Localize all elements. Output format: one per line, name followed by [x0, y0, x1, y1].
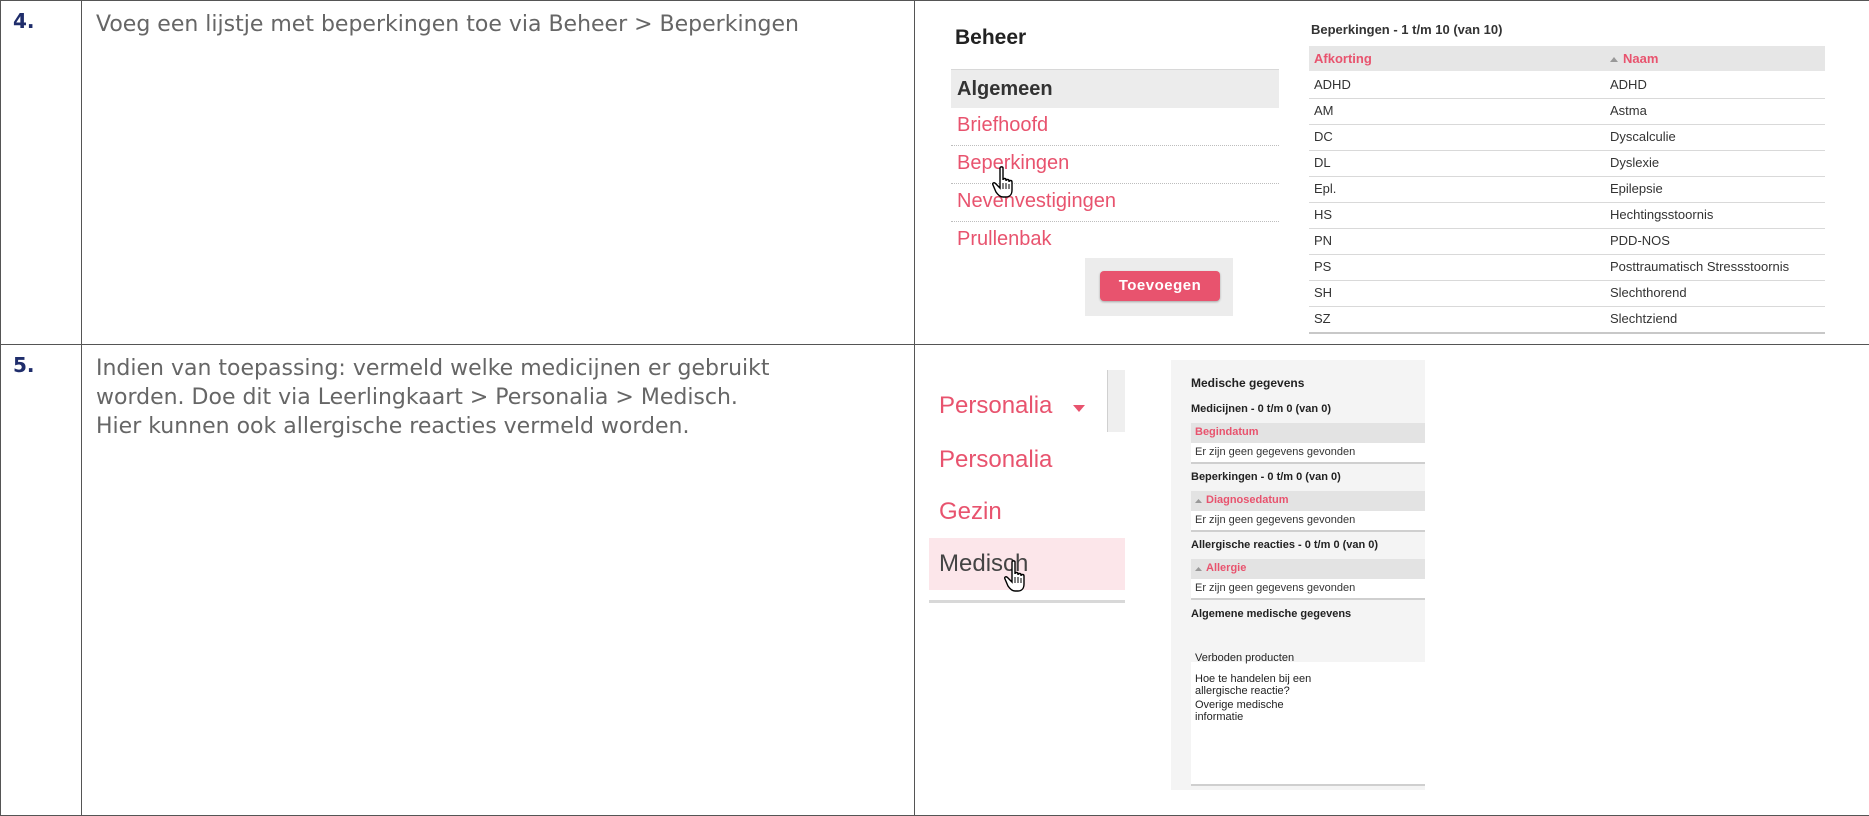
- sort-up-icon: [1195, 567, 1202, 571]
- cell-naam: PDD-NOS: [1610, 233, 1670, 248]
- menu-item-briefhoofd[interactable]: Briefhoofd: [951, 108, 1279, 146]
- tab-label: Personalia: [939, 392, 1052, 420]
- hand-cursor-icon: [1003, 560, 1031, 594]
- cell-afkorting: HS: [1314, 207, 1332, 222]
- cell-naam: Dyscalculie: [1610, 129, 1676, 144]
- section-caption: Allergische reacties - 0 t/m 0 (van 0): [1191, 539, 1378, 551]
- section-caption: Medicijnen - 0 t/m 0 (van 0): [1191, 403, 1331, 415]
- cell-naam: Hechtingsstoornis: [1610, 207, 1713, 222]
- table-row[interactable]: HS Hechtingsstoornis: [1309, 202, 1825, 229]
- menu-bottom-border: [929, 600, 1125, 603]
- table-row[interactable]: ADHD ADHD: [1309, 72, 1825, 99]
- column-header-naam[interactable]: Naam: [1623, 51, 1658, 66]
- panel-title: Medische gegevens: [1191, 376, 1304, 390]
- step-number: 4.: [1, 1, 82, 345]
- cell-afkorting: Epl.: [1314, 181, 1336, 196]
- sort-up-icon: [1195, 499, 1202, 503]
- field-label: Verboden producten: [1195, 652, 1294, 664]
- table-row[interactable]: AM Astma: [1309, 98, 1825, 125]
- field-label: Overige medische informatie: [1195, 699, 1315, 723]
- cell-naam: Posttraumatisch Stressstoornis: [1610, 259, 1789, 274]
- column-header[interactable]: Allergie: [1191, 559, 1425, 579]
- column-header-afkorting[interactable]: Afkorting: [1314, 51, 1372, 66]
- menu-item-prullenbak[interactable]: Prullenbak: [951, 222, 1279, 258]
- column-header-label: Begindatum: [1195, 426, 1259, 438]
- cell-afkorting: DL: [1314, 155, 1331, 170]
- table-row[interactable]: PS Posttraumatisch Stressstoornis: [1309, 254, 1825, 281]
- cell-naam: Slechtziend: [1610, 311, 1677, 326]
- cell-naam: Astma: [1610, 103, 1647, 118]
- group-label: Algemeen: [957, 78, 1053, 101]
- field-label: Hoe te handelen bij een allergische reac…: [1195, 673, 1335, 697]
- tab-bar: Personalia: [929, 370, 1125, 432]
- menu-group-algemeen: Algemeen: [951, 69, 1279, 108]
- empty-row: Er zijn geen gegevens gevonden: [1191, 579, 1425, 600]
- menu-item-label: Prullenbak: [957, 228, 1052, 251]
- cell-naam: Slechthorend: [1610, 285, 1687, 300]
- menu-item-label: Briefhoofd: [957, 114, 1048, 137]
- empty-message: Er zijn geen gegevens gevonden: [1195, 514, 1355, 526]
- empty-row: Er zijn geen gegevens gevonden: [1191, 443, 1425, 464]
- cell-afkorting: DC: [1314, 129, 1333, 144]
- column-header-label: Allergie: [1206, 562, 1246, 574]
- toevoegen-button[interactable]: Toevoegen: [1100, 271, 1220, 301]
- table-row[interactable]: DL Dyslexie: [1309, 150, 1825, 177]
- menu-item-personalia[interactable]: Personalia: [929, 434, 1125, 486]
- sort-up-icon: [1610, 57, 1618, 62]
- step-line: Voeg een lijstje met beperkingen toe via…: [96, 10, 902, 39]
- cell-naam: ADHD: [1610, 77, 1647, 92]
- menu-item-gezin[interactable]: Gezin: [929, 486, 1125, 538]
- caret-down-icon: [1073, 405, 1085, 412]
- step-line: Hier kunnen ook allergische reacties ver…: [96, 412, 902, 441]
- beheer-menu: Beheer Algemeen Briefhoofd Beperkingen N…: [929, 14, 1279, 262]
- table-row[interactable]: SH Slechthorend: [1309, 280, 1825, 307]
- section-caption: Algemene medische gegevens: [1191, 608, 1351, 620]
- table-row[interactable]: PN PDD-NOS: [1309, 228, 1825, 255]
- cell-naam: Dyslexie: [1610, 155, 1659, 170]
- cell-afkorting: SH: [1314, 285, 1332, 300]
- menu-item-label: Personalia: [939, 446, 1052, 474]
- cell-afkorting: PN: [1314, 233, 1332, 248]
- column-header[interactable]: Diagnosedatum: [1191, 491, 1425, 511]
- tab-personalia[interactable]: Personalia: [929, 370, 1108, 432]
- step-text: Indien van toepassing: vermeld welke med…: [82, 345, 915, 816]
- step-line: Indien van toepassing: vermeld welke med…: [96, 354, 902, 383]
- personalia-menu: Personalia Personalia Gezin Medisch: [929, 370, 1125, 602]
- section-caption: Beperkingen - 0 t/m 0 (van 0): [1191, 471, 1341, 483]
- table-row[interactable]: Epl. Epilepsie: [1309, 176, 1825, 203]
- menu-item-label: Gezin: [939, 498, 1002, 526]
- cell-afkorting: AM: [1314, 103, 1334, 118]
- step-text: Voeg een lijstje met beperkingen toe via…: [82, 1, 915, 345]
- table-caption: Beperkingen - 1 t/m 10 (van 10): [1311, 22, 1502, 37]
- step-number: 5.: [1, 345, 82, 816]
- medische-gegevens-panel: Medische gegevens Medicijnen - 0 t/m 0 (…: [1171, 360, 1425, 790]
- empty-message: Er zijn geen gegevens gevonden: [1195, 582, 1355, 594]
- button-area: Toevoegen: [1085, 258, 1233, 316]
- beperkingen-table: Beperkingen - 1 t/m 10 (van 10) Afkortin…: [1309, 14, 1825, 344]
- empty-row: Er zijn geen gegevens gevonden: [1191, 511, 1425, 532]
- beheer-title: Beheer: [955, 26, 1026, 50]
- step-line: worden. Doe dit via Leerlingkaart > Pers…: [96, 383, 902, 412]
- cell-afkorting: PS: [1314, 259, 1331, 274]
- table-row[interactable]: DC Dyscalculie: [1309, 124, 1825, 151]
- cell-afkorting: SZ: [1314, 311, 1331, 326]
- column-header[interactable]: Begindatum: [1191, 423, 1425, 443]
- table-header: Afkorting Naam: [1309, 46, 1825, 71]
- column-header-label: Diagnosedatum: [1206, 494, 1289, 506]
- cell-afkorting: ADHD: [1314, 77, 1351, 92]
- hand-cursor-icon: [991, 166, 1019, 200]
- menu-item-label: Nevenvestigingen: [957, 190, 1116, 213]
- table-row[interactable]: SZ Slechtziend: [1309, 306, 1825, 334]
- cell-naam: Epilepsie: [1610, 181, 1663, 196]
- empty-message: Er zijn geen gegevens gevonden: [1195, 446, 1355, 458]
